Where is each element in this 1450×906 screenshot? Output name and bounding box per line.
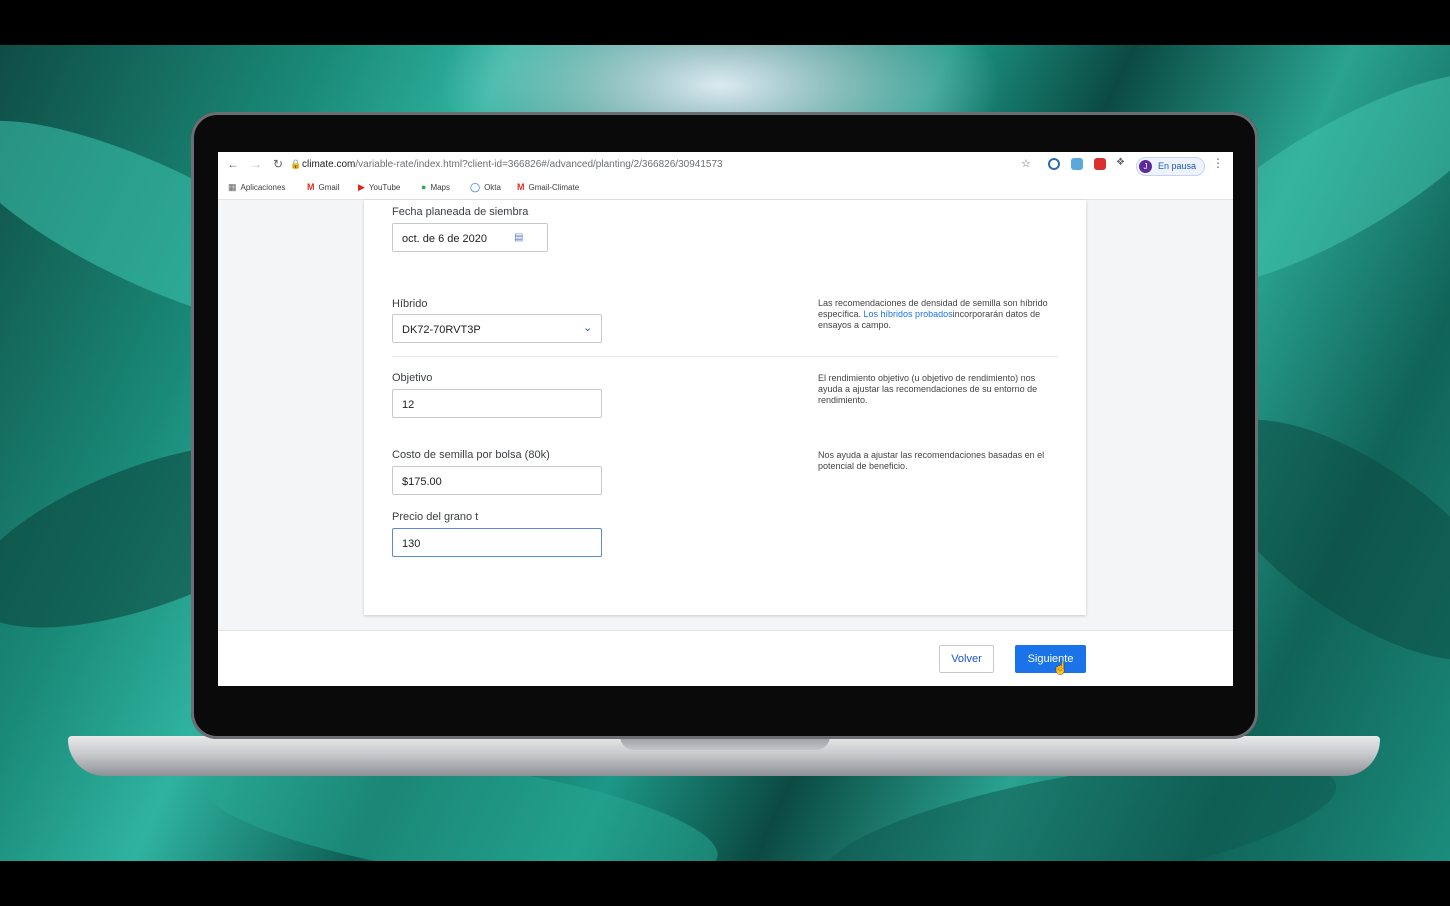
extension-search-icon[interactable] [1048, 158, 1060, 170]
bookmark-okta[interactable]: ◯ Okta [470, 182, 501, 193]
youtube-icon: ▶ [358, 182, 365, 192]
objective-value: 12 [402, 399, 415, 411]
url-domain: climate.com [302, 159, 356, 170]
maps-pin-icon: ● [421, 182, 427, 192]
bookmark-star-icon[interactable]: ☆ [1021, 157, 1031, 170]
calendar-icon[interactable]: ▤ [514, 232, 523, 243]
objective-help: El rendimiento objetivo (u objetivo de r… [818, 373, 1038, 405]
planting-date-input[interactable]: oct. de 6 de 2020 ▤ [392, 223, 548, 252]
bookmark-gmail[interactable]: M Gmail [307, 182, 339, 192]
extension-chat-icon[interactable] [1071, 158, 1083, 170]
browser-window: ← → ↻ 🔒 climate.com/variable-rate/index.… [218, 152, 1233, 686]
bookmark-apps[interactable]: ▦ Aplicaciones [228, 182, 285, 193]
planting-date-label: Fecha planeada de siembra [392, 206, 529, 218]
planting-form-card: Fecha planeada de siembra oct. de 6 de 2… [364, 200, 1086, 615]
grain-price-input[interactable]: 130 [392, 528, 602, 557]
bookmark-gmail-climate[interactable]: M Gmail-Climate [517, 182, 579, 192]
hybrid-help: Las recomendaciones de densidad de semil… [818, 298, 1048, 330]
browser-toolbar: ← → ↻ 🔒 climate.com/variable-rate/index.… [218, 152, 1233, 179]
grain-price-label: Precio del grano t [392, 511, 479, 523]
section-divider [392, 356, 1058, 357]
apps-grid-icon: ▦ [228, 182, 237, 192]
pointer-cursor-icon: ☝ [1053, 661, 1068, 675]
hybrid-select[interactable]: DK72-70RVT3P ⌄ [392, 314, 602, 343]
back-button[interactable]: Volver [939, 645, 994, 673]
tested-hybrids-link[interactable]: Los híbridos probados [864, 309, 953, 319]
forward-arrow-icon[interactable]: → [250, 157, 262, 171]
objective-input[interactable]: 12 [392, 389, 602, 418]
seed-cost-input[interactable]: $175.00 [392, 466, 602, 495]
gmail-icon: M [307, 182, 315, 192]
hybrid-value: DK72-70RVT3P [402, 324, 481, 336]
seed-cost-label: Costo de semilla por bolsa (80k) [392, 449, 550, 461]
okta-icon: ◯ [470, 182, 481, 192]
profile-status: En pausa [1158, 161, 1197, 171]
extension-red-icon[interactable] [1094, 158, 1106, 170]
bookmark-youtube[interactable]: ▶ YouTube [358, 182, 400, 193]
planting-date-value: oct. de 6 de 2020 [402, 233, 488, 245]
page-content: Fecha planeada de siembra oct. de 6 de 2… [218, 200, 1233, 686]
bookmarks-bar: ▦ Aplicaciones M Gmail ▶ YouTube ● Maps ◯ Okt… [218, 179, 1233, 200]
objective-label: Objetivo [392, 372, 433, 384]
lock-icon: 🔒 [290, 159, 302, 169]
menu-kebab-icon[interactable]: ⋮ [1212, 156, 1224, 170]
seed-cost-help: Nos ayuda a ajustar las recomendaciones … [818, 450, 1045, 471]
avatar: J [1139, 160, 1152, 173]
reload-icon[interactable]: ↻ [273, 157, 283, 171]
bookmark-maps[interactable]: ● Maps [421, 182, 450, 192]
back-arrow-icon[interactable]: ← [227, 157, 239, 171]
seed-cost-value: $175.00 [402, 476, 442, 488]
profile-chip[interactable]: J En pausa [1136, 157, 1205, 176]
url-path: /variable-rate/index.html?client-id=3668… [355, 159, 723, 170]
address-bar[interactable]: 🔒 climate.com/variable-rate/index.html?c… [290, 159, 723, 170]
grain-price-value: 130 [402, 538, 421, 550]
hybrid-label: Híbrido [392, 298, 428, 310]
extensions-puzzle-icon[interactable]: ❖ [1116, 157, 1125, 168]
chevron-down-icon: ⌄ [583, 322, 593, 334]
next-button[interactable]: Siguiente [1015, 645, 1086, 673]
gmail-icon: M [517, 182, 525, 192]
form-footer: Volver Siguiente ☝ [218, 630, 1233, 686]
